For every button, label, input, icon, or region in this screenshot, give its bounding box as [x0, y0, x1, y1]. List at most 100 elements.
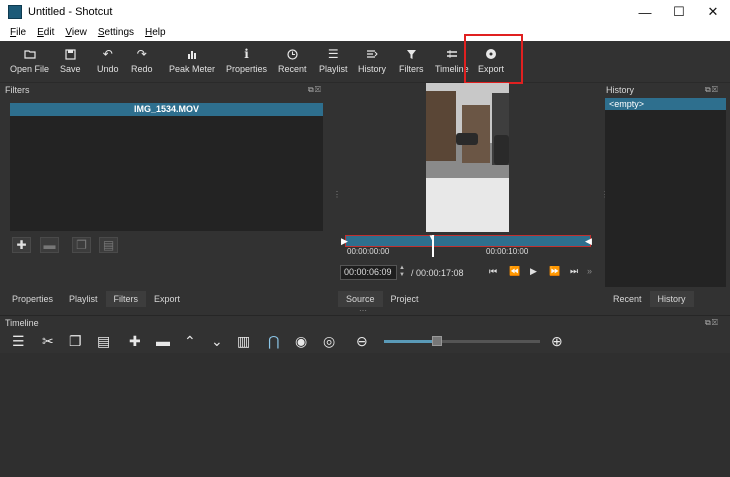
ruler-start-label: 00:00:00:00 [347, 247, 390, 256]
recent-label: Recent [278, 64, 307, 74]
menu-view[interactable]: View [59, 27, 92, 38]
tab-project[interactable]: Project [382, 291, 427, 307]
folder-icon [23, 45, 36, 63]
history-button[interactable]: History [358, 45, 386, 74]
left-splitter-handle[interactable]: ⋮ [333, 190, 341, 199]
fast-forward-button[interactable]: ⏩ [549, 266, 560, 277]
skip-to-start-button[interactable]: ⏮ [489, 266, 497, 277]
tab-properties[interactable]: Properties [4, 291, 62, 307]
save-icon [65, 45, 76, 63]
video-snowy-road [426, 178, 509, 232]
timeline-panel-float-close-icons[interactable]: ⧉☒ [705, 318, 719, 328]
redo-label: Redo [131, 64, 153, 74]
history-tabs: Recent History [605, 291, 694, 307]
append-icon[interactable]: ✚ [129, 333, 141, 349]
tab-filters[interactable]: Filters [105, 291, 147, 307]
paste-icon[interactable]: ▤ [97, 333, 110, 349]
list-icon: ☰ [327, 47, 339, 61]
lift-icon[interactable]: ⌃ [184, 333, 196, 349]
zoom-slider-handle[interactable] [432, 336, 442, 346]
info-icon: i [244, 47, 249, 61]
recent-button[interactable]: Recent [278, 45, 307, 74]
tab-history[interactable]: History [649, 291, 694, 307]
shotcut-app-icon [8, 5, 22, 19]
save-label: Save [60, 64, 81, 74]
filters-clip-name[interactable]: IMG_1534.MOV [10, 103, 323, 116]
timecode-spinner[interactable]: ▲ ▼ [397, 265, 407, 280]
paste-filter-button[interactable]: ▤ [99, 237, 118, 253]
out-point-marker[interactable]: ◀ [585, 236, 592, 247]
rewind-button[interactable]: ⏪ [509, 266, 520, 277]
filters-label: Filters [399, 64, 424, 74]
video-parked-car [456, 133, 478, 145]
video-building-left [426, 91, 456, 161]
maximize-button[interactable]: ☐ [662, 0, 696, 24]
filters-panel-float-close-icons[interactable]: ⧉☒ [308, 85, 322, 95]
timeline-separator [0, 315, 730, 316]
minimize-button[interactable]: — [628, 0, 662, 24]
menu-settings[interactable]: Settings [92, 27, 139, 38]
split-icon[interactable]: ▥ [237, 333, 250, 349]
player-tabs: Source Project [338, 291, 427, 307]
history-item-empty[interactable]: <empty> [605, 98, 726, 110]
redo-button[interactable]: ↷ Redo [131, 45, 153, 74]
filters-button[interactable]: Filters [399, 45, 424, 74]
menu-edit[interactable]: Edit [31, 27, 59, 38]
skip-to-end-button[interactable]: ⏭ [570, 266, 578, 277]
open-file-label: Open File [10, 64, 50, 74]
duration-label: / 00:00:17:08 [411, 268, 464, 278]
ripple-icon[interactable]: ◎ [323, 333, 335, 349]
scrub-eye-icon[interactable]: ◉ [295, 333, 307, 349]
save-button[interactable]: Save [60, 45, 81, 74]
filters-list[interactable] [10, 103, 323, 231]
menu-file[interactable]: File [0, 27, 31, 38]
history-list[interactable] [605, 98, 726, 287]
undo-icon: ↶ [102, 47, 113, 61]
title-bar: Untitled - Shotcut — ☐ ✕ [0, 0, 730, 24]
history-panel-title: History [606, 85, 635, 95]
tab-playlist[interactable]: Playlist [61, 291, 106, 307]
tab-source[interactable]: Source [338, 291, 383, 307]
bottom-splitter-handle[interactable]: ⋯ [359, 306, 367, 315]
timeline-tracks-area[interactable] [0, 353, 730, 477]
zoom-in-icon[interactable]: ⊕ [551, 333, 563, 349]
history-panel-float-close-icons[interactable]: ⧉☒ [705, 85, 719, 95]
remove-filter-button[interactable]: ▬ [40, 237, 59, 253]
cut-icon[interactable]: ✂ [42, 333, 54, 349]
peak-meter-label: Peak Meter [169, 64, 216, 74]
playhead-triangle: ▼ [428, 233, 436, 242]
snap-magnet-icon[interactable]: ⋂ [268, 333, 279, 349]
video-preview[interactable] [426, 83, 509, 232]
video-nearby-car [494, 135, 509, 165]
copy-filter-button[interactable]: ❐ [72, 237, 91, 253]
zoom-slider-track[interactable] [384, 340, 540, 343]
scrubber-bar[interactable] [345, 235, 591, 247]
overwrite-icon[interactable]: ⌄ [211, 333, 223, 349]
undo-label: Undo [97, 64, 119, 74]
remove-icon[interactable]: ▬ [156, 333, 170, 349]
close-button[interactable]: ✕ [696, 0, 730, 24]
peak-meter-button[interactable]: Peak Meter [169, 45, 215, 74]
playlist-button[interactable]: ☰ Playlist [319, 45, 348, 74]
zoom-out-icon[interactable]: ⊖ [356, 333, 368, 349]
filters-panel-title: Filters [5, 85, 30, 95]
play-button[interactable]: ▶ [530, 266, 537, 277]
position-timecode-field[interactable]: 00:00:06:09 [340, 265, 397, 280]
minus-icon: ▬ [43, 238, 56, 252]
peak-meter-icon [187, 45, 197, 63]
copy-icon[interactable]: ❐ [69, 333, 82, 349]
undo-button[interactable]: ↶ Undo [97, 45, 119, 74]
more-controls-icon[interactable]: » [587, 266, 592, 276]
window-title: Untitled - Shotcut [28, 6, 113, 18]
open-file-button[interactable]: Open File [10, 45, 49, 74]
in-point-marker[interactable]: ▶ [341, 236, 348, 247]
tab-export[interactable]: Export [146, 291, 189, 307]
add-filter-button[interactable]: ✚ [12, 237, 31, 253]
menu-help[interactable]: Help [139, 27, 171, 38]
properties-button[interactable]: i Properties [226, 45, 267, 74]
tab-recent[interactable]: Recent [605, 291, 650, 307]
left-panel-tabs: Properties Playlist Filters Export [4, 291, 189, 307]
timeline-menu-icon[interactable]: ☰ [12, 333, 25, 349]
menu-bar: File Edit View Settings Help [0, 24, 730, 41]
paste-icon: ▤ [102, 238, 115, 252]
